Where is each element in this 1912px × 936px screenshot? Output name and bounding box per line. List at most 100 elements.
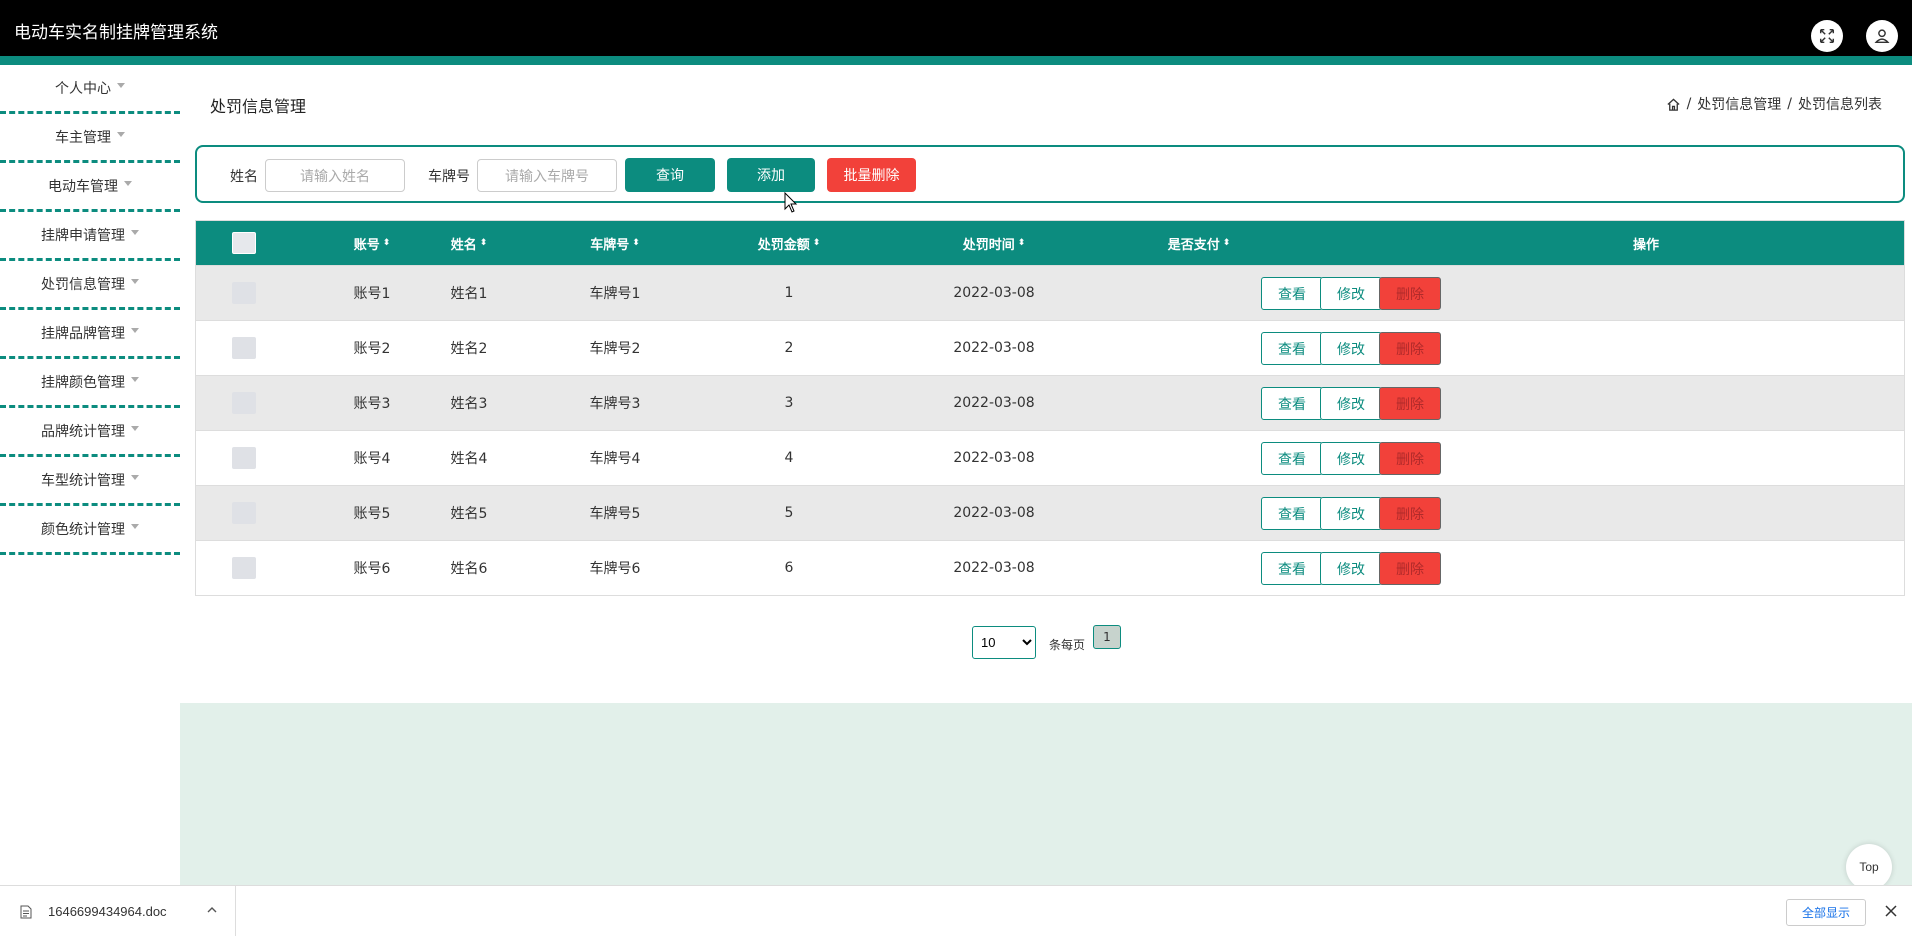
- name-search-input[interactable]: [265, 159, 405, 192]
- delete-button[interactable]: 删除: [1379, 277, 1441, 310]
- cell-paid: [1119, 541, 1279, 595]
- view-button[interactable]: 查看: [1261, 552, 1323, 585]
- name-label: 姓名: [230, 169, 258, 185]
- breadcrumb-item[interactable]: 处罚信息管理: [1697, 94, 1781, 114]
- sidebar-item-label: 电动车管理: [48, 179, 118, 195]
- column-header-name[interactable]: 姓名 ⬍: [409, 221, 529, 265]
- table-row: 账号2 姓名2 车牌号2 2 2022-03-08 查看 修改 删除: [196, 320, 1904, 375]
- row-checkbox[interactable]: [232, 337, 256, 359]
- user-icon: [1874, 29, 1890, 44]
- chevron-up-icon[interactable]: [206, 904, 218, 916]
- cell-time: 2022-03-08: [953, 505, 1035, 521]
- page-size-select[interactable]: 10: [972, 626, 1036, 659]
- user-button[interactable]: [1866, 20, 1898, 52]
- edit-button[interactable]: 修改: [1320, 387, 1382, 420]
- select-all-checkbox[interactable]: [232, 232, 256, 254]
- cell-amount: 6: [784, 560, 794, 576]
- cell-name: 姓名2: [450, 341, 488, 357]
- page-number-current[interactable]: 1: [1093, 625, 1121, 649]
- table-row: 账号1 姓名1 车牌号1 1 2022-03-08 查看 修改 删除: [196, 265, 1904, 320]
- column-header-time[interactable]: 处罚时间 ⬍: [914, 221, 1074, 265]
- row-checkbox[interactable]: [232, 502, 256, 524]
- edit-button[interactable]: 修改: [1320, 442, 1382, 475]
- delete-button[interactable]: 删除: [1379, 442, 1441, 475]
- penalty-table: 账号 ⬍ 姓名 ⬍ 车牌号 ⬍ 处罚金额 ⬍ 处罚时间 ⬍ 是否支付 ⬍ 操作 账号1 姓名1…: [195, 220, 1905, 596]
- cell-amount: 2: [784, 340, 794, 356]
- query-button[interactable]: 查询: [625, 158, 715, 192]
- view-button[interactable]: 查看: [1261, 277, 1323, 310]
- cell-plate: 车牌号3: [589, 396, 641, 412]
- footer-background: [180, 703, 1912, 885]
- download-item[interactable]: 1646699434964.doc: [0, 886, 236, 936]
- delete-button[interactable]: 删除: [1379, 497, 1441, 530]
- plate-search-input[interactable]: [477, 159, 617, 192]
- edit-button[interactable]: 修改: [1320, 277, 1382, 310]
- sidebar-item-owner-management[interactable]: 车主管理: [0, 114, 180, 163]
- sort-icon: ⬍: [812, 237, 821, 248]
- cell-name: 姓名6: [450, 561, 488, 577]
- caret-down-icon: [117, 131, 125, 137]
- mouse-cursor-icon: [784, 192, 798, 213]
- delete-button[interactable]: 删除: [1379, 332, 1441, 365]
- cell-paid: [1119, 486, 1279, 540]
- plate-label: 车牌号: [428, 169, 470, 185]
- batch-delete-button[interactable]: 批量删除: [827, 158, 916, 192]
- show-all-downloads-button[interactable]: 全部显示: [1786, 899, 1866, 926]
- sidebar-item-label: 个人中心: [55, 81, 111, 97]
- cell-plate: 车牌号4: [589, 451, 641, 467]
- main-content: 处罚信息管理 / 处罚信息管理 / 处罚信息列表 姓名 车牌号 查询 添加 批量…: [180, 65, 1912, 885]
- sidebar-item-plate-brand[interactable]: 挂牌品牌管理: [0, 310, 180, 359]
- row-checkbox[interactable]: [232, 447, 256, 469]
- column-header-plate[interactable]: 车牌号 ⬍: [545, 221, 685, 265]
- close-icon[interactable]: [1884, 904, 1898, 918]
- fullscreen-button[interactable]: [1811, 20, 1843, 52]
- column-header-paid[interactable]: 是否支付 ⬍: [1119, 221, 1279, 265]
- sidebar-item-penalty-management[interactable]: 处罚信息管理: [0, 261, 180, 310]
- sort-icon: ⬍: [479, 237, 488, 248]
- sidebar-item-personal-center[interactable]: 个人中心: [0, 65, 180, 114]
- table-row: 账号5 姓名5 车牌号5 5 2022-03-08 查看 修改 删除: [196, 485, 1904, 540]
- sort-icon: ⬍: [382, 237, 391, 248]
- cell-time: 2022-03-08: [953, 450, 1035, 466]
- delete-button[interactable]: 删除: [1379, 387, 1441, 420]
- delete-button[interactable]: 删除: [1379, 552, 1441, 585]
- view-button[interactable]: 查看: [1261, 387, 1323, 420]
- view-button[interactable]: 查看: [1261, 442, 1323, 475]
- cell-time: 2022-03-08: [953, 285, 1035, 301]
- caret-down-icon: [131, 376, 139, 382]
- table-header: 账号 ⬍ 姓名 ⬍ 车牌号 ⬍ 处罚金额 ⬍ 处罚时间 ⬍ 是否支付 ⬍ 操作: [196, 221, 1904, 265]
- per-page-label: 条每页: [1049, 638, 1086, 652]
- view-button[interactable]: 查看: [1261, 497, 1323, 530]
- row-checkbox[interactable]: [232, 557, 256, 579]
- cell-plate: 车牌号5: [589, 506, 641, 522]
- edit-button[interactable]: 修改: [1320, 552, 1382, 585]
- back-to-top-button[interactable]: Top: [1846, 844, 1892, 890]
- cell-amount: 3: [784, 395, 794, 411]
- sidebar-item-ebike-management[interactable]: 电动车管理: [0, 163, 180, 212]
- cell-time: 2022-03-08: [953, 560, 1035, 576]
- breadcrumb-separator: /: [1686, 96, 1692, 112]
- cell-plate: 车牌号2: [589, 341, 641, 357]
- sidebar-item-model-stats[interactable]: 车型统计管理: [0, 457, 180, 506]
- row-checkbox[interactable]: [232, 392, 256, 414]
- sidebar-item-label: 挂牌申请管理: [41, 228, 125, 244]
- sidebar-item-plate-application[interactable]: 挂牌申请管理: [0, 212, 180, 261]
- caret-down-icon: [131, 278, 139, 284]
- add-button[interactable]: 添加: [727, 158, 815, 192]
- sidebar-item-color-stats[interactable]: 颜色统计管理: [0, 506, 180, 555]
- sidebar-item-label: 挂牌品牌管理: [41, 326, 125, 342]
- row-checkbox[interactable]: [232, 282, 256, 304]
- edit-button[interactable]: 修改: [1320, 332, 1382, 365]
- download-file-name: 1646699434964.doc: [48, 904, 167, 919]
- view-button[interactable]: 查看: [1261, 332, 1323, 365]
- home-icon[interactable]: [1666, 97, 1681, 112]
- sidebar-item-label: 处罚信息管理: [41, 277, 125, 293]
- column-header-actions: 操作: [1632, 237, 1659, 253]
- edit-button[interactable]: 修改: [1320, 497, 1382, 530]
- sidebar-item-brand-stats[interactable]: 品牌统计管理: [0, 408, 180, 457]
- sidebar-item-plate-color[interactable]: 挂牌颜色管理: [0, 359, 180, 408]
- cell-paid: [1119, 321, 1279, 375]
- table-row: 账号3 姓名3 车牌号3 3 2022-03-08 查看 修改 删除: [196, 375, 1904, 430]
- column-header-amount[interactable]: 处罚金额 ⬍: [709, 221, 869, 265]
- caret-down-icon: [131, 425, 139, 431]
